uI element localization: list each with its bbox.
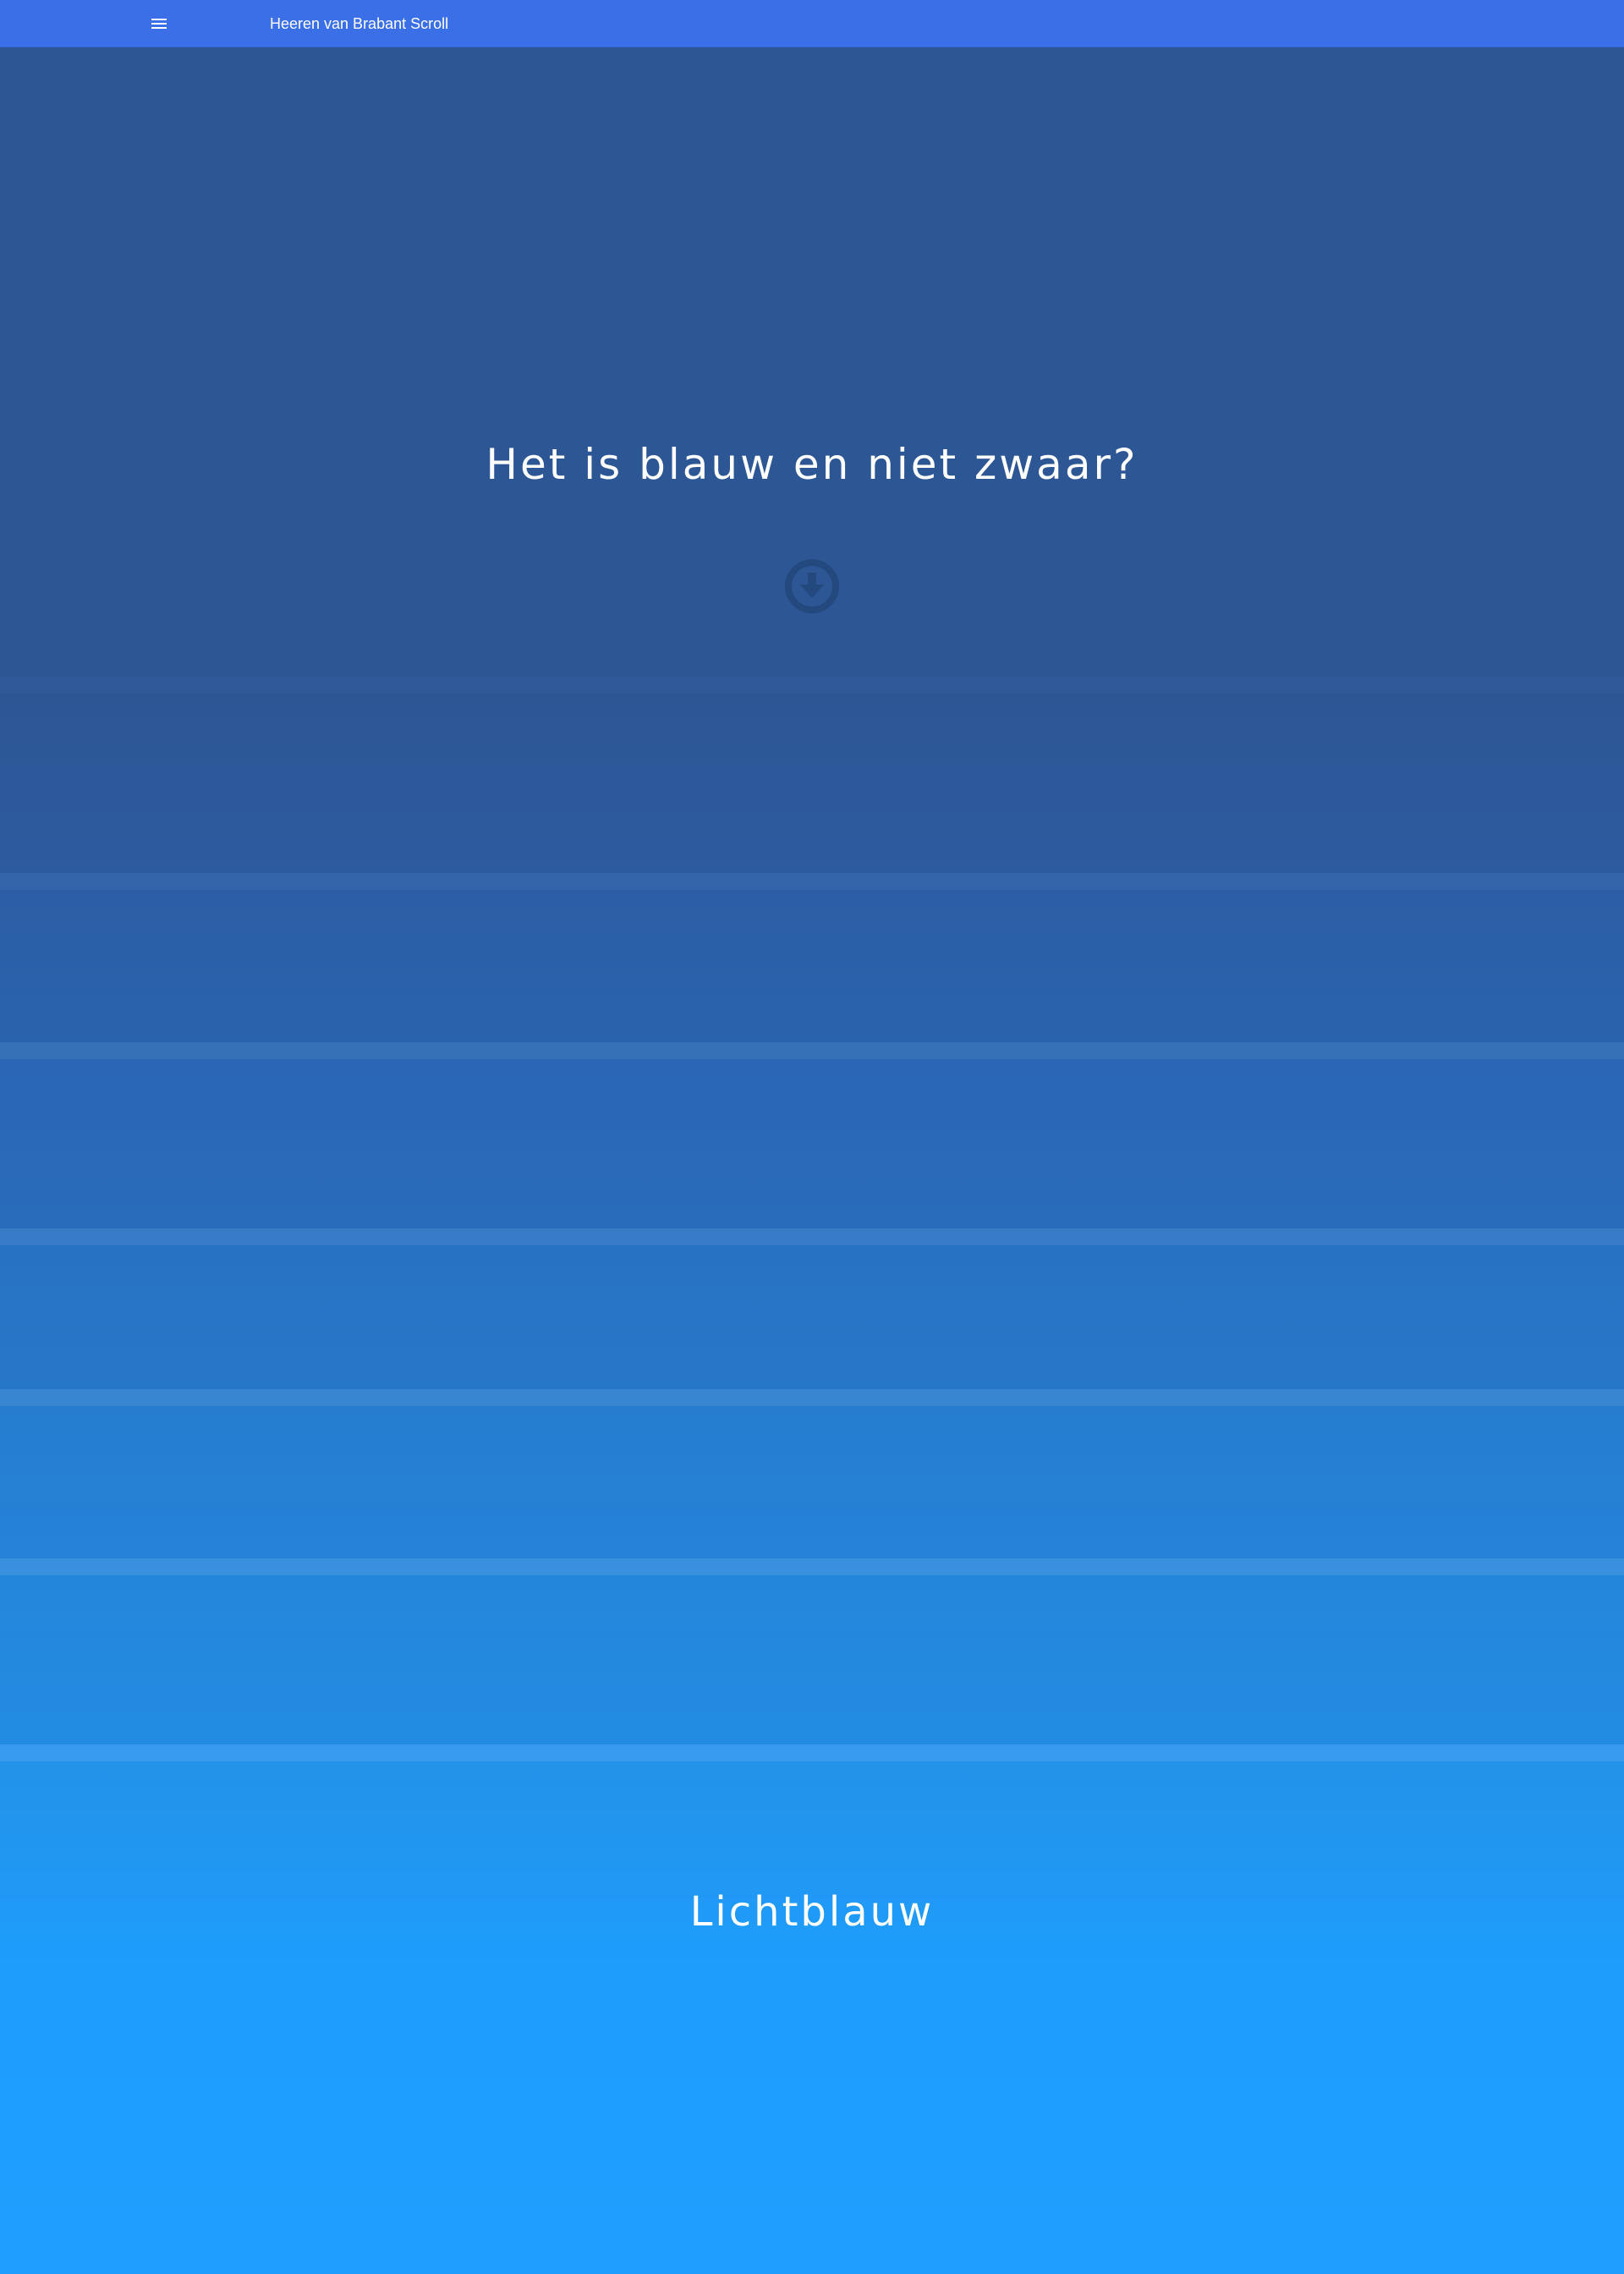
section-divider <box>0 1228 1624 1245</box>
menu-icon <box>151 19 167 29</box>
color-band <box>0 694 1624 873</box>
color-band <box>0 890 1624 1042</box>
arrow-down-circle-icon <box>785 559 839 613</box>
lichtblauw-section: Lichtblauw <box>0 1761 1624 2274</box>
section-divider <box>0 1042 1624 1059</box>
section-divider <box>0 1389 1624 1406</box>
color-band <box>0 1059 1624 1245</box>
scroll-down-button[interactable] <box>783 558 841 615</box>
section-title: Lichtblauw <box>689 1888 935 1936</box>
section-divider <box>0 1744 1624 1761</box>
scroll-page[interactable]: Het is blauw en niet zwaar? Lichtblauw <box>0 47 1624 2274</box>
section-divider <box>0 873 1624 890</box>
section-divider <box>0 677 1624 694</box>
top-app-bar: Heeren van Brabant Scroll <box>0 0 1624 47</box>
color-band <box>0 1575 1624 1744</box>
hero-title: Het is blauw en niet zwaar? <box>486 440 1138 489</box>
color-band <box>0 1245 1624 1392</box>
color-band <box>0 1406 1624 1558</box>
section-divider <box>0 1558 1624 1575</box>
hero-section: Het is blauw en niet zwaar? <box>0 47 1624 677</box>
app-title: Heeren van Brabant Scroll <box>270 15 449 32</box>
menu-button[interactable] <box>144 10 174 37</box>
